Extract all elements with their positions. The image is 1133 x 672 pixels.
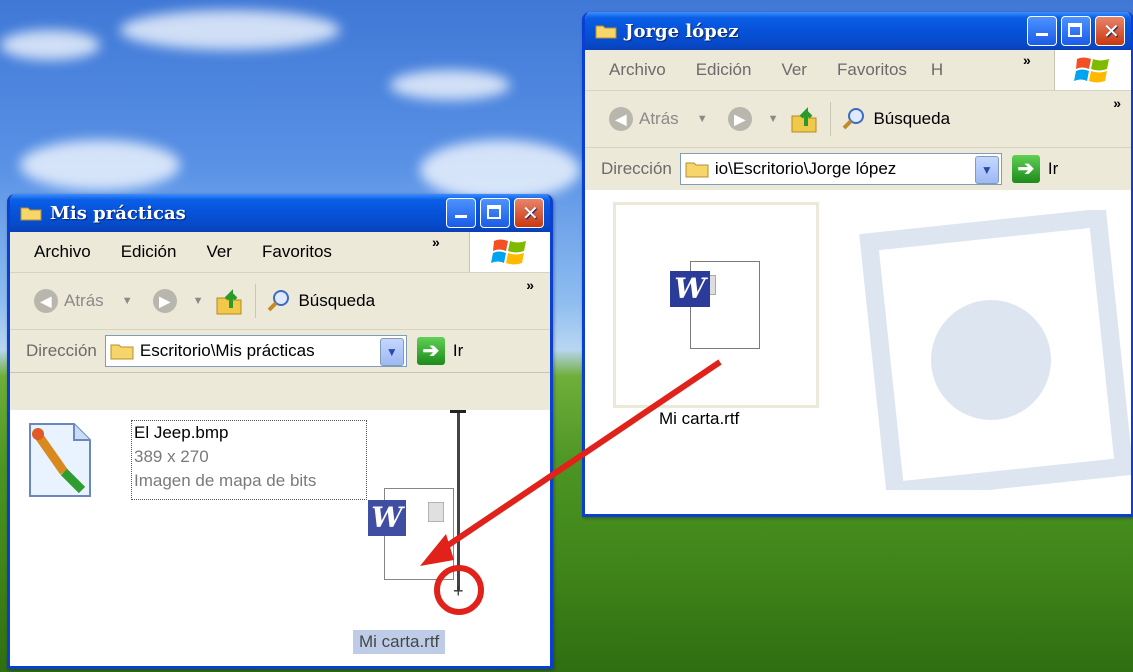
toolbar-more-chevron[interactable]: » xyxy=(1113,95,1121,111)
file-item-el-jeep[interactable]: El Jeep.bmp 389 x 270 Imagen de mapa de … xyxy=(131,420,367,500)
menu-archivo[interactable]: Archivo xyxy=(34,242,91,262)
cloud xyxy=(120,10,340,50)
cloud xyxy=(390,70,510,100)
menu-ver[interactable]: Ver xyxy=(206,242,232,262)
close-icon: ✕ xyxy=(1103,19,1120,43)
word-document-icon: W xyxy=(668,255,768,355)
minimize-button[interactable] xyxy=(446,198,476,228)
back-button[interactable]: ◀ xyxy=(34,289,58,313)
dragged-word-document-icon: W xyxy=(366,480,466,590)
address-input[interactable]: Escritorio\Mis prácticas ▼ xyxy=(104,335,407,367)
window-title: Jorge lópez xyxy=(625,20,739,42)
forward-dropdown-icon[interactable]: ▼ xyxy=(768,113,779,125)
menu-ayuda[interactable]: H xyxy=(931,60,943,80)
back-label: Atrás xyxy=(639,109,679,128)
toolbar-separator xyxy=(255,284,257,318)
minimize-button[interactable] xyxy=(1027,16,1057,46)
file-name-label: El Jeep.bmp xyxy=(134,423,229,442)
search-icon xyxy=(843,108,865,130)
toolbar: ◀ Atrás ▼ ▶ ▼ Búsqueda » xyxy=(10,273,550,330)
file-view: El Jeep.bmp 389 x 270 Imagen de mapa de … xyxy=(10,410,550,666)
address-bar: Dirección Escritorio\Mis prácticas ▼ ➔ I… xyxy=(10,330,550,373)
watermark-image xyxy=(859,210,1131,490)
address-label: Dirección xyxy=(601,159,672,178)
back-arrow-icon: ◀ xyxy=(615,111,627,127)
menu-bar: Archivo Edición Ver Favoritos » xyxy=(10,232,550,273)
address-value: Escritorio\Mis prácticas xyxy=(139,341,315,360)
folder-icon xyxy=(685,162,709,178)
folder-icon xyxy=(110,344,134,360)
forward-arrow-icon: ▶ xyxy=(159,293,170,309)
close-icon: ✕ xyxy=(522,201,539,225)
go-label: Ir xyxy=(1047,159,1059,178)
back-label: Atrás xyxy=(64,291,104,310)
back-button[interactable]: ◀ xyxy=(609,107,633,131)
windows-logo xyxy=(1054,50,1131,90)
menu-bar: Archivo Edición Ver Favoritos H » xyxy=(585,50,1131,91)
file-item-mi-carta[interactable]: W xyxy=(613,202,819,408)
dragged-file-label: Mi carta.rtf xyxy=(353,630,446,654)
search-button[interactable]: Búsqueda xyxy=(298,291,375,311)
toolbar: ◀ Atrás ▼ ▶ ▼ Búsqueda » xyxy=(585,91,1131,148)
window-title: Mis prácticas xyxy=(50,202,186,224)
menu-ver[interactable]: Ver xyxy=(781,60,807,80)
close-button[interactable]: ✕ xyxy=(1095,16,1125,46)
title-bar[interactable]: Jorge lópez ✕ xyxy=(585,12,1131,50)
back-dropdown-icon[interactable]: ▼ xyxy=(697,113,708,125)
back-dropdown-icon[interactable]: ▼ xyxy=(122,295,133,307)
file-type-label: Imagen de mapa de bits xyxy=(134,471,317,490)
menu-more-chevron[interactable]: » xyxy=(1023,52,1031,68)
go-arrow-icon: ➔ xyxy=(422,340,440,362)
forward-dropdown-icon[interactable]: ▼ xyxy=(193,295,204,307)
title-bar[interactable]: Mis prácticas ✕ xyxy=(10,194,550,232)
windows-flag-icon xyxy=(491,239,526,265)
address-bar: Dirección io\Escritorio\Jorge lópez ▼ ➔ … xyxy=(585,148,1131,191)
address-value: io\Escritorio\Jorge lópez xyxy=(714,159,897,178)
maximize-button[interactable] xyxy=(480,198,510,228)
windows-logo xyxy=(469,232,550,272)
search-icon xyxy=(268,290,290,312)
menu-edicion[interactable]: Edición xyxy=(696,60,752,80)
back-arrow-icon: ◀ xyxy=(40,293,52,309)
close-button[interactable]: ✕ xyxy=(514,198,544,228)
insertion-cursor-cap xyxy=(450,410,466,413)
menu-favoritos[interactable]: Favoritos xyxy=(837,60,907,80)
cloud xyxy=(0,30,100,60)
window-mis-practicas[interactable]: Mis prácticas ✕ Archivo Edición Ver Favo… xyxy=(7,194,553,669)
go-button[interactable]: ➔ xyxy=(416,337,445,365)
forward-arrow-icon: ▶ xyxy=(734,111,745,127)
address-label: Dirección xyxy=(26,341,97,360)
file-name-label: Mi carta.rtf xyxy=(659,409,740,428)
forward-button[interactable]: ▶ xyxy=(727,107,752,131)
up-folder-icon[interactable] xyxy=(790,104,818,134)
paint-bitmap-icon[interactable] xyxy=(24,420,104,500)
menu-favoritos[interactable]: Favoritos xyxy=(262,242,332,262)
folder-icon xyxy=(20,207,42,221)
folder-icon xyxy=(595,25,617,39)
go-button[interactable]: ➔ xyxy=(1011,155,1040,183)
menu-archivo[interactable]: Archivo xyxy=(609,60,666,80)
toolbar-more-chevron[interactable]: » xyxy=(526,277,534,293)
menu-more-chevron[interactable]: » xyxy=(432,234,440,250)
window-jorge-lopez[interactable]: Jorge lópez ✕ Archivo Edición Ver Favori… xyxy=(582,12,1133,517)
forward-button[interactable]: ▶ xyxy=(152,289,177,313)
cloud xyxy=(20,140,180,190)
address-input[interactable]: io\Escritorio\Jorge lópez ▼ xyxy=(679,153,1002,185)
address-dropdown-button[interactable]: ▼ xyxy=(974,156,999,184)
toolbar-separator xyxy=(830,102,832,136)
maximize-button[interactable] xyxy=(1061,16,1091,46)
go-arrow-icon: ➔ xyxy=(1017,158,1035,180)
file-view: W Mi carta.rtf xyxy=(585,190,1131,514)
file-dimensions-label: 389 x 270 xyxy=(134,447,209,466)
menu-edicion[interactable]: Edición xyxy=(121,242,177,262)
search-button[interactable]: Búsqueda xyxy=(873,109,950,129)
up-folder-icon[interactable] xyxy=(215,286,243,316)
address-dropdown-button[interactable]: ▼ xyxy=(379,338,404,366)
windows-flag-icon xyxy=(1074,57,1109,83)
cloud xyxy=(420,140,580,200)
go-label: Ir xyxy=(452,341,464,360)
